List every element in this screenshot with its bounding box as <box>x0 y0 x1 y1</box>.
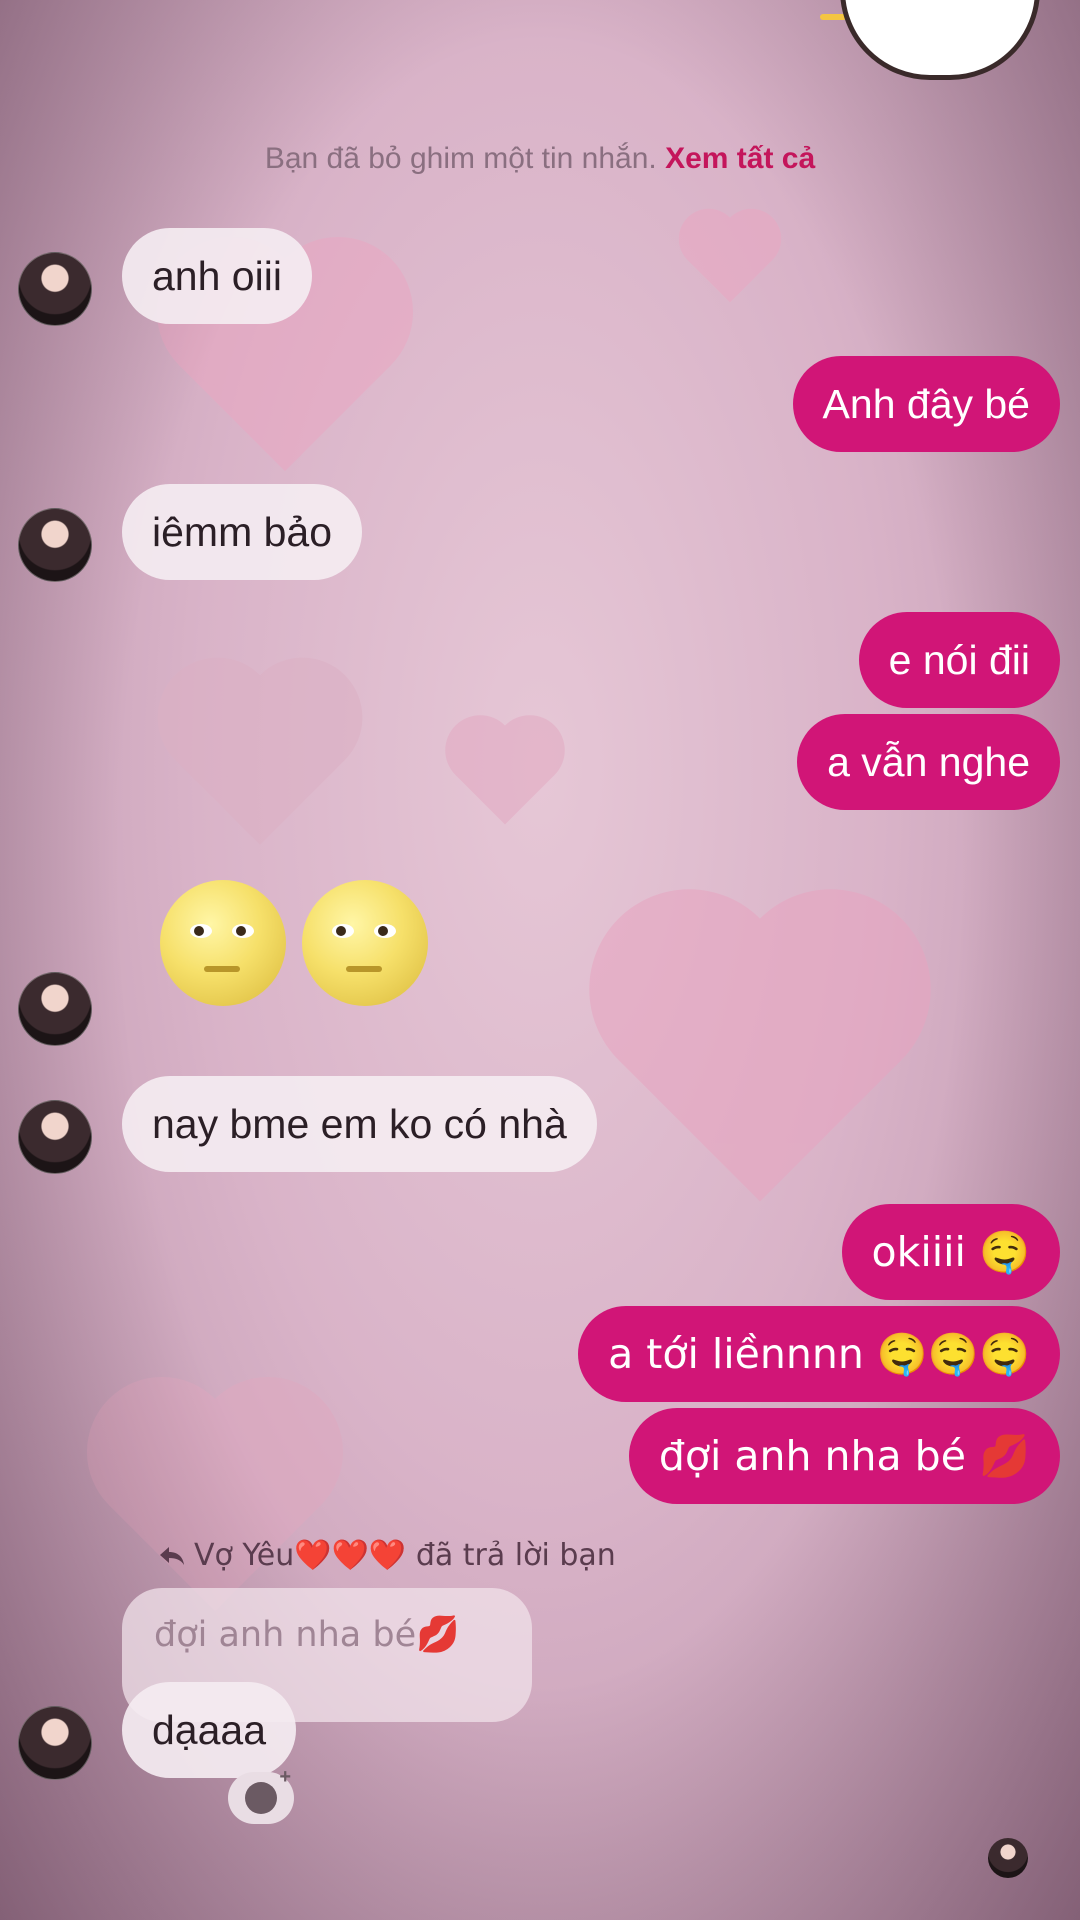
reply-arrow-icon <box>160 1546 184 1565</box>
bg-heart <box>455 725 555 825</box>
reply-indicator: Vợ Yêu❤️❤️❤️ đã trả lời bạn <box>158 1538 616 1573</box>
seen-avatar-icon <box>988 1838 1028 1878</box>
cat-sticker <box>820 0 1050 80</box>
message-outgoing[interactable]: e nói đii <box>858 612 1060 708</box>
avatar[interactable] <box>18 508 92 582</box>
reply-label-text: Vợ Yêu❤️❤️❤️ đã trả lời bạn <box>194 1538 616 1573</box>
add-reaction-icon <box>245 1766 291 1814</box>
message-outgoing[interactable]: Anh đây bé <box>792 356 1060 452</box>
avatar[interactable] <box>18 1706 92 1780</box>
message-incoming[interactable]: dạaaa <box>122 1682 297 1778</box>
message-outgoing[interactable]: a tới liềnnnn 🤤🤤🤤 <box>578 1306 1060 1402</box>
bg-heart <box>175 675 345 845</box>
unpin-notice-text: Bạn đã bỏ ghim một tin nhắn. <box>264 142 657 175</box>
message-incoming[interactable]: anh oiii <box>122 228 312 324</box>
avatar[interactable] <box>18 1100 92 1174</box>
avatar[interactable] <box>18 972 92 1046</box>
bg-heart <box>108 1398 322 1612</box>
message-outgoing[interactable]: a vẫn nghe <box>797 714 1060 810</box>
message-incoming[interactable]: iêmm bảo <box>122 484 363 580</box>
avatar[interactable] <box>18 252 92 326</box>
see-all-link[interactable]: Xem tất cả <box>665 142 815 175</box>
add-reaction-button[interactable] <box>228 1766 294 1824</box>
message-emoji[interactable] <box>158 880 438 1010</box>
moon-face-icon <box>160 880 286 1006</box>
bg-heart <box>687 217 773 303</box>
message-outgoing[interactable]: đợi anh nha bé 💋 <box>628 1408 1060 1504</box>
moon-face-icon <box>302 880 428 1006</box>
unpin-notice: Bạn đã bỏ ghim một tin nhắn. Xem tất cả <box>0 142 1080 176</box>
bg-heart <box>618 918 902 1202</box>
message-incoming[interactable]: nay bme em ko có nhà <box>122 1076 597 1172</box>
message-outgoing[interactable]: okiiii 🤤 <box>841 1204 1060 1300</box>
